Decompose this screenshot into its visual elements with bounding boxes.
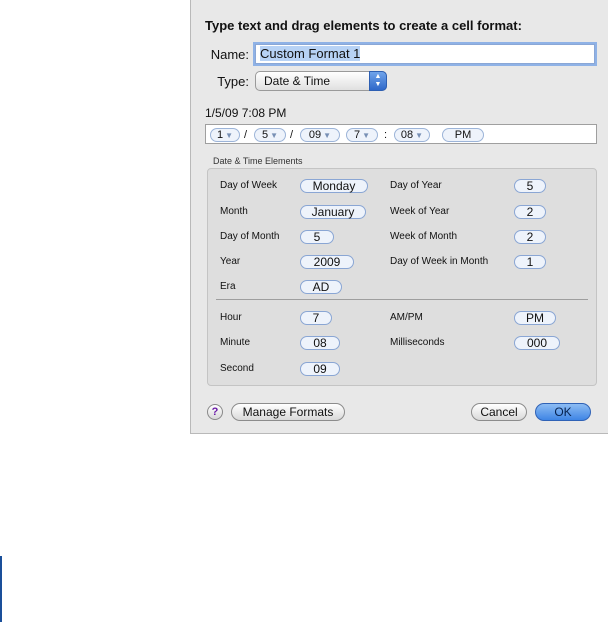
element-era[interactable]: AD: [300, 280, 342, 294]
element-label: Day of Month: [220, 231, 280, 242]
token-separator: :: [384, 129, 388, 141]
name-label: Name:: [210, 47, 249, 62]
token-minute[interactable]: 08 ▼: [394, 128, 430, 142]
type-popup[interactable]: Date & Time ▲ ▼: [255, 71, 387, 91]
element-label: Week of Month: [390, 231, 458, 242]
chevron-down-icon: ▼: [323, 131, 332, 140]
element-label: AM/PM: [390, 312, 423, 323]
element-day-of-week-in-month[interactable]: 1: [514, 255, 546, 269]
element-label: Second: [220, 363, 254, 374]
token-hour[interactable]: 7 ▼: [346, 128, 378, 142]
element-week-of-year[interactable]: 2: [514, 205, 546, 219]
element-label: Era: [220, 281, 236, 292]
element-day-of-month[interactable]: 5: [300, 230, 334, 244]
format-token-bar[interactable]: 1 ▼ / 5 ▼ / 09 ▼ 7 ▼ : 08 ▼ PM: [205, 124, 597, 144]
element-label: Minute: [220, 337, 251, 348]
element-hour[interactable]: 7: [300, 311, 332, 325]
elements-divider: [216, 299, 588, 300]
element-day-of-year[interactable]: 5: [514, 179, 546, 193]
elements-group-label: Date & Time Elements: [213, 156, 303, 166]
chevron-down-icon: ▼: [362, 131, 371, 140]
dialog-heading: Type text and drag elements to create a …: [205, 18, 522, 33]
chevron-down-icon: ▼: [270, 131, 279, 140]
element-milliseconds[interactable]: 000: [514, 336, 560, 350]
element-day-of-week[interactable]: Monday: [300, 179, 368, 193]
token-month[interactable]: 1 ▼: [210, 128, 240, 142]
element-year[interactable]: 2009: [300, 255, 354, 269]
element-label: Month: [220, 206, 248, 217]
element-am-pm[interactable]: PM: [514, 311, 556, 325]
ok-button[interactable]: OK: [535, 403, 591, 421]
element-label: Day of Week: [220, 180, 278, 191]
element-label: Year: [220, 256, 241, 267]
element-month[interactable]: January: [300, 205, 366, 219]
element-label: Day of Week in Month: [390, 256, 489, 267]
manage-formats-button[interactable]: Manage Formats: [231, 403, 345, 421]
format-preview: 1/5/09 7:08 PM: [205, 106, 287, 120]
token-separator: /: [244, 129, 248, 141]
element-label: Hour: [220, 312, 242, 323]
type-label: Type:: [217, 74, 249, 89]
element-label: Day of Year: [390, 180, 442, 191]
token-day[interactable]: 5 ▼: [254, 128, 286, 142]
element-week-of-month[interactable]: 2: [514, 230, 546, 244]
element-second[interactable]: 09: [300, 362, 340, 376]
token-separator: /: [290, 129, 294, 141]
question-mark-icon: ?: [211, 406, 219, 418]
date-time-elements-box: Day of Week Monday Month January Day of …: [207, 168, 597, 386]
token-ampm[interactable]: PM: [442, 128, 484, 142]
format-name-value: Custom Format 1: [260, 46, 361, 61]
page-margin-rule: [0, 556, 2, 622]
element-label: Milliseconds: [390, 337, 445, 348]
type-popup-value: Date & Time: [264, 74, 331, 88]
chevron-down-icon: ▼: [415, 131, 424, 140]
cell-format-dialog: Type text and drag elements to create a …: [190, 0, 608, 434]
element-label: Week of Year: [390, 206, 450, 217]
up-down-arrows-icon: ▲ ▼: [369, 71, 387, 91]
token-year[interactable]: 09 ▼: [300, 128, 340, 142]
format-name-field[interactable]: Custom Format 1: [255, 44, 595, 64]
cancel-button[interactable]: Cancel: [471, 403, 527, 421]
element-minute[interactable]: 08: [300, 336, 340, 350]
chevron-down-icon: ▼: [225, 131, 234, 140]
help-button[interactable]: ?: [207, 404, 223, 420]
